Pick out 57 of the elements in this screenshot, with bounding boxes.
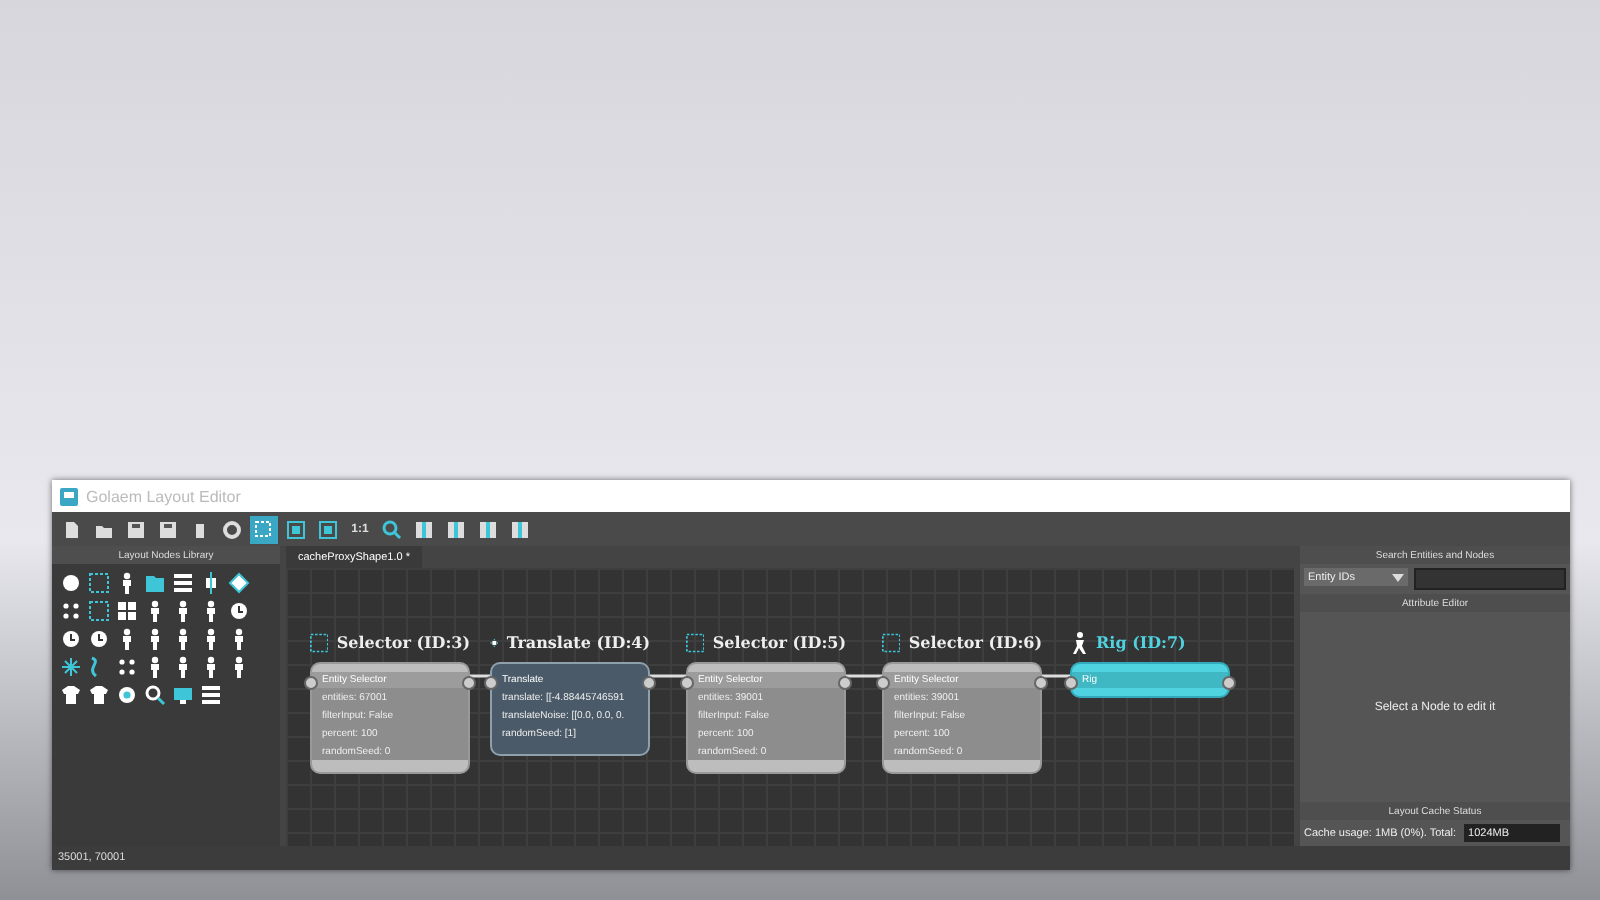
connector-line xyxy=(650,674,686,678)
eye-icon[interactable] xyxy=(116,684,138,706)
gear-button[interactable] xyxy=(218,515,246,543)
list-icon[interactable] xyxy=(200,684,222,706)
selector-icon xyxy=(882,631,901,653)
diamond-icon[interactable] xyxy=(228,572,250,594)
caret-icon xyxy=(1392,573,1404,581)
dots-icon[interactable] xyxy=(60,600,82,622)
frame-button[interactable] xyxy=(314,515,342,543)
output-port[interactable] xyxy=(462,676,476,690)
clock-icon[interactable] xyxy=(60,628,82,650)
page-icon xyxy=(62,519,82,539)
window-title: Golaem Layout Editor xyxy=(86,487,241,505)
list-icon[interactable] xyxy=(172,572,194,594)
input-port[interactable] xyxy=(1064,676,1078,690)
search-button[interactable] xyxy=(378,515,406,543)
output-port[interactable] xyxy=(1034,676,1048,690)
input-port[interactable] xyxy=(876,676,890,690)
selector-icon xyxy=(310,631,329,653)
node-title: Selector (ID:5) xyxy=(712,632,846,652)
search-icon[interactable] xyxy=(144,684,166,706)
node-title: Rig (ID:7) xyxy=(1096,632,1186,652)
input-port[interactable] xyxy=(484,676,498,690)
output-port[interactable] xyxy=(838,676,852,690)
node-title: Selector (ID:3) xyxy=(336,632,470,652)
search-field[interactable] xyxy=(1414,568,1566,590)
node-title: Selector (ID:6) xyxy=(908,632,1042,652)
connector-line xyxy=(846,674,882,678)
shirt-icon[interactable] xyxy=(88,684,110,706)
app-icon xyxy=(60,487,78,505)
selector-icon xyxy=(686,631,705,653)
shirt-icon[interactable] xyxy=(60,684,82,706)
output-port[interactable] xyxy=(1222,676,1236,690)
connector-line xyxy=(470,674,490,678)
clock-icon[interactable] xyxy=(228,600,250,622)
input-port[interactable] xyxy=(304,676,318,690)
dots-icon[interactable] xyxy=(116,656,138,678)
frame-button[interactable] xyxy=(282,515,310,543)
cross-icon[interactable] xyxy=(200,572,222,594)
output-port[interactable] xyxy=(642,676,656,690)
trash-icon xyxy=(190,519,210,539)
save-icon xyxy=(126,519,146,539)
selection-icon xyxy=(254,519,274,539)
search-icon xyxy=(382,519,402,539)
star-icon[interactable] xyxy=(60,656,82,678)
select-button[interactable] xyxy=(250,515,278,543)
monitor-icon[interactable] xyxy=(172,684,194,706)
walking-person-icon xyxy=(1070,631,1088,653)
node-title: Translate (ID:4) xyxy=(506,632,650,652)
input-port[interactable] xyxy=(680,676,694,690)
clock-icon[interactable] xyxy=(88,628,110,650)
connector-line xyxy=(1042,674,1070,678)
grid-icon[interactable] xyxy=(116,600,138,622)
square-icon[interactable] xyxy=(88,572,110,594)
save-icon xyxy=(158,519,178,539)
folder-icon[interactable] xyxy=(144,572,166,594)
square-icon[interactable] xyxy=(88,600,110,622)
